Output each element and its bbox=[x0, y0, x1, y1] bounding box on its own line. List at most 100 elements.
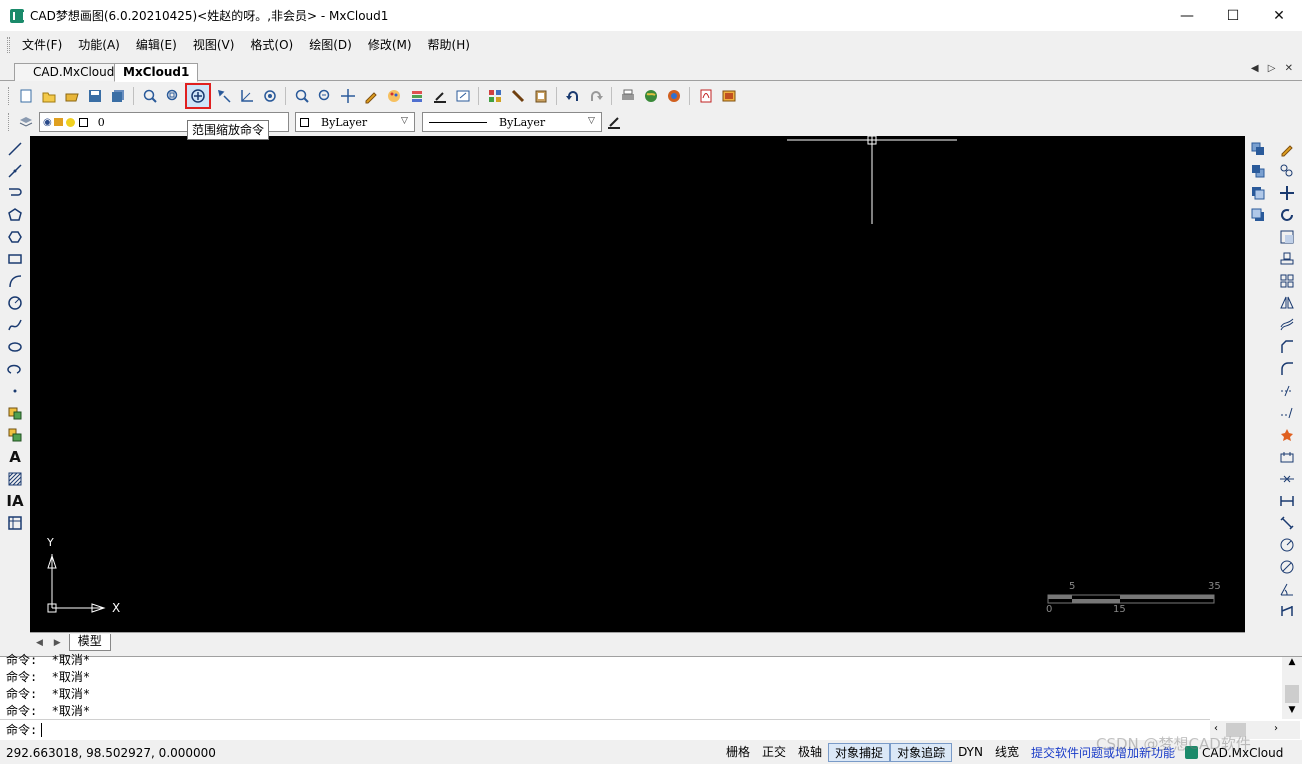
drawing-canvas[interactable]: Y X 5 35 0 15 bbox=[30, 136, 1245, 632]
match-properties-icon[interactable] bbox=[429, 86, 450, 107]
menu-view[interactable]: 视图(V) bbox=[185, 33, 243, 57]
rotate-icon[interactable] bbox=[1276, 204, 1298, 226]
zoom-out-icon[interactable] bbox=[314, 86, 335, 107]
stamp-icon[interactable] bbox=[1276, 248, 1298, 270]
open-folder-icon[interactable] bbox=[61, 86, 82, 107]
zoom-previous-icon[interactable] bbox=[259, 86, 280, 107]
circle-icon[interactable] bbox=[4, 292, 26, 314]
menu-edit[interactable]: 编辑(E) bbox=[128, 33, 185, 57]
table-icon[interactable] bbox=[4, 512, 26, 534]
tab-mxcloud1[interactable]: MxCloud1 bbox=[114, 63, 199, 82]
scale-icon[interactable] bbox=[1276, 226, 1298, 248]
join-icon[interactable] bbox=[1276, 468, 1298, 490]
bring-above-icon[interactable] bbox=[1247, 182, 1269, 204]
maximize-button[interactable]: ☐ bbox=[1210, 0, 1256, 31]
dim-linear-icon[interactable] bbox=[1276, 490, 1298, 512]
lineweight-icon[interactable] bbox=[603, 112, 624, 133]
bring-to-front-icon[interactable] bbox=[1247, 138, 1269, 160]
pdf-export-icon[interactable] bbox=[695, 86, 716, 107]
toggle-polar[interactable]: 极轴 bbox=[792, 743, 828, 762]
image-export-icon[interactable] bbox=[718, 86, 739, 107]
menu-file[interactable]: 文件(F) bbox=[14, 33, 70, 57]
toolbar-grip[interactable] bbox=[8, 87, 11, 105]
pan-icon[interactable] bbox=[213, 86, 234, 107]
erase-icon[interactable] bbox=[1276, 138, 1298, 160]
scroll-down-arrow[interactable]: ▼ bbox=[1282, 705, 1302, 719]
arc-icon[interactable] bbox=[4, 270, 26, 292]
pencil-icon[interactable] bbox=[360, 86, 381, 107]
dim-aligned-icon[interactable] bbox=[1276, 512, 1298, 534]
trim-icon[interactable] bbox=[1276, 380, 1298, 402]
tab-model[interactable]: 模型 bbox=[68, 634, 111, 651]
copy-icon[interactable] bbox=[1276, 160, 1298, 182]
menu-help[interactable]: 帮助(H) bbox=[420, 33, 478, 57]
dim-continue-icon[interactable] bbox=[1276, 600, 1298, 622]
command-input[interactable]: 命令: bbox=[0, 719, 1210, 739]
stretch-icon[interactable] bbox=[1276, 446, 1298, 468]
brush-icon[interactable] bbox=[507, 86, 528, 107]
menu-draw[interactable]: 绘图(D) bbox=[301, 33, 360, 57]
layers-stack-icon[interactable] bbox=[406, 86, 427, 107]
multiline-text-icon[interactable]: IA bbox=[4, 490, 26, 512]
ellipse-arc-icon[interactable] bbox=[4, 358, 26, 380]
explode-icon[interactable] bbox=[1276, 424, 1298, 446]
undo-icon[interactable] bbox=[562, 86, 583, 107]
tab-nav-controls[interactable]: ◀ ▷ ✕ bbox=[1251, 63, 1296, 74]
zoom-realtime-icon[interactable] bbox=[139, 86, 160, 107]
scroll-right-arrow[interactable]: › bbox=[1274, 723, 1278, 734]
toggle-osnap[interactable]: 对象捕捉 bbox=[828, 743, 891, 762]
sheet-nav-arrows[interactable]: ◀ ▶ bbox=[30, 638, 65, 648]
polyline-icon[interactable] bbox=[4, 182, 26, 204]
menu-format[interactable]: 格式(O) bbox=[242, 33, 301, 57]
chamfer-icon[interactable] bbox=[1276, 336, 1298, 358]
spline-icon[interactable] bbox=[4, 314, 26, 336]
offset-icon[interactable] bbox=[1276, 314, 1298, 336]
zoom-window-icon[interactable] bbox=[162, 86, 183, 107]
make-block-icon[interactable] bbox=[4, 424, 26, 446]
open-file-icon[interactable] bbox=[38, 86, 59, 107]
polygon-icon[interactable] bbox=[4, 204, 26, 226]
dim-angular-icon[interactable] bbox=[1276, 578, 1298, 600]
fillet-icon[interactable] bbox=[1276, 358, 1298, 380]
command-vertical-scrollbar[interactable]: ▲ ▼ bbox=[1282, 657, 1302, 719]
dim-radius-icon[interactable] bbox=[1276, 534, 1298, 556]
insert-block-icon[interactable] bbox=[4, 402, 26, 424]
extend-icon[interactable] bbox=[1276, 402, 1298, 424]
layer-manager-icon[interactable] bbox=[15, 112, 36, 133]
send-to-back-icon[interactable] bbox=[1247, 160, 1269, 182]
new-file-icon[interactable] bbox=[15, 86, 36, 107]
minimize-button[interactable]: — bbox=[1164, 0, 1210, 31]
text-icon[interactable]: A bbox=[4, 446, 26, 468]
toggle-otrack[interactable]: 对象追踪 bbox=[890, 743, 953, 762]
measure-angle-icon[interactable] bbox=[236, 86, 257, 107]
move-icon[interactable] bbox=[1276, 182, 1298, 204]
point-icon[interactable] bbox=[4, 380, 26, 402]
redo-icon[interactable] bbox=[585, 86, 606, 107]
zoom-extents-icon[interactable] bbox=[185, 83, 211, 109]
scroll-thumb[interactable] bbox=[1285, 685, 1299, 703]
toolbar-grip[interactable] bbox=[8, 113, 11, 131]
scroll-up-arrow[interactable]: ▲ bbox=[1282, 657, 1302, 671]
browser-icon[interactable] bbox=[663, 86, 684, 107]
menu-grip[interactable] bbox=[7, 37, 10, 53]
rectangle-icon[interactable] bbox=[4, 248, 26, 270]
toggle-lineweight[interactable]: 线宽 bbox=[989, 743, 1025, 762]
menu-function[interactable]: 功能(A) bbox=[70, 33, 128, 57]
line-icon[interactable] bbox=[4, 138, 26, 160]
toggle-dyn[interactable]: DYN bbox=[952, 743, 989, 762]
linetype-select[interactable]: ByLayer ▽ bbox=[422, 112, 602, 132]
printer-icon[interactable] bbox=[617, 86, 638, 107]
toggle-ortho[interactable]: 正交 bbox=[756, 743, 792, 762]
hatch-icon[interactable] bbox=[4, 468, 26, 490]
mirror-icon[interactable] bbox=[1276, 292, 1298, 314]
send-under-icon[interactable] bbox=[1247, 204, 1269, 226]
tab-cad-mxcloud[interactable]: CAD.MxCloud bbox=[14, 63, 124, 81]
array-icon[interactable] bbox=[1276, 270, 1298, 292]
close-button[interactable]: ✕ bbox=[1256, 0, 1302, 31]
ellipse-icon[interactable] bbox=[4, 336, 26, 358]
hexagon-icon[interactable] bbox=[4, 226, 26, 248]
palette-icon[interactable] bbox=[383, 86, 404, 107]
zoom-in-icon[interactable] bbox=[291, 86, 312, 107]
move-cross-icon[interactable] bbox=[337, 86, 358, 107]
dim-diameter-icon[interactable] bbox=[1276, 556, 1298, 578]
